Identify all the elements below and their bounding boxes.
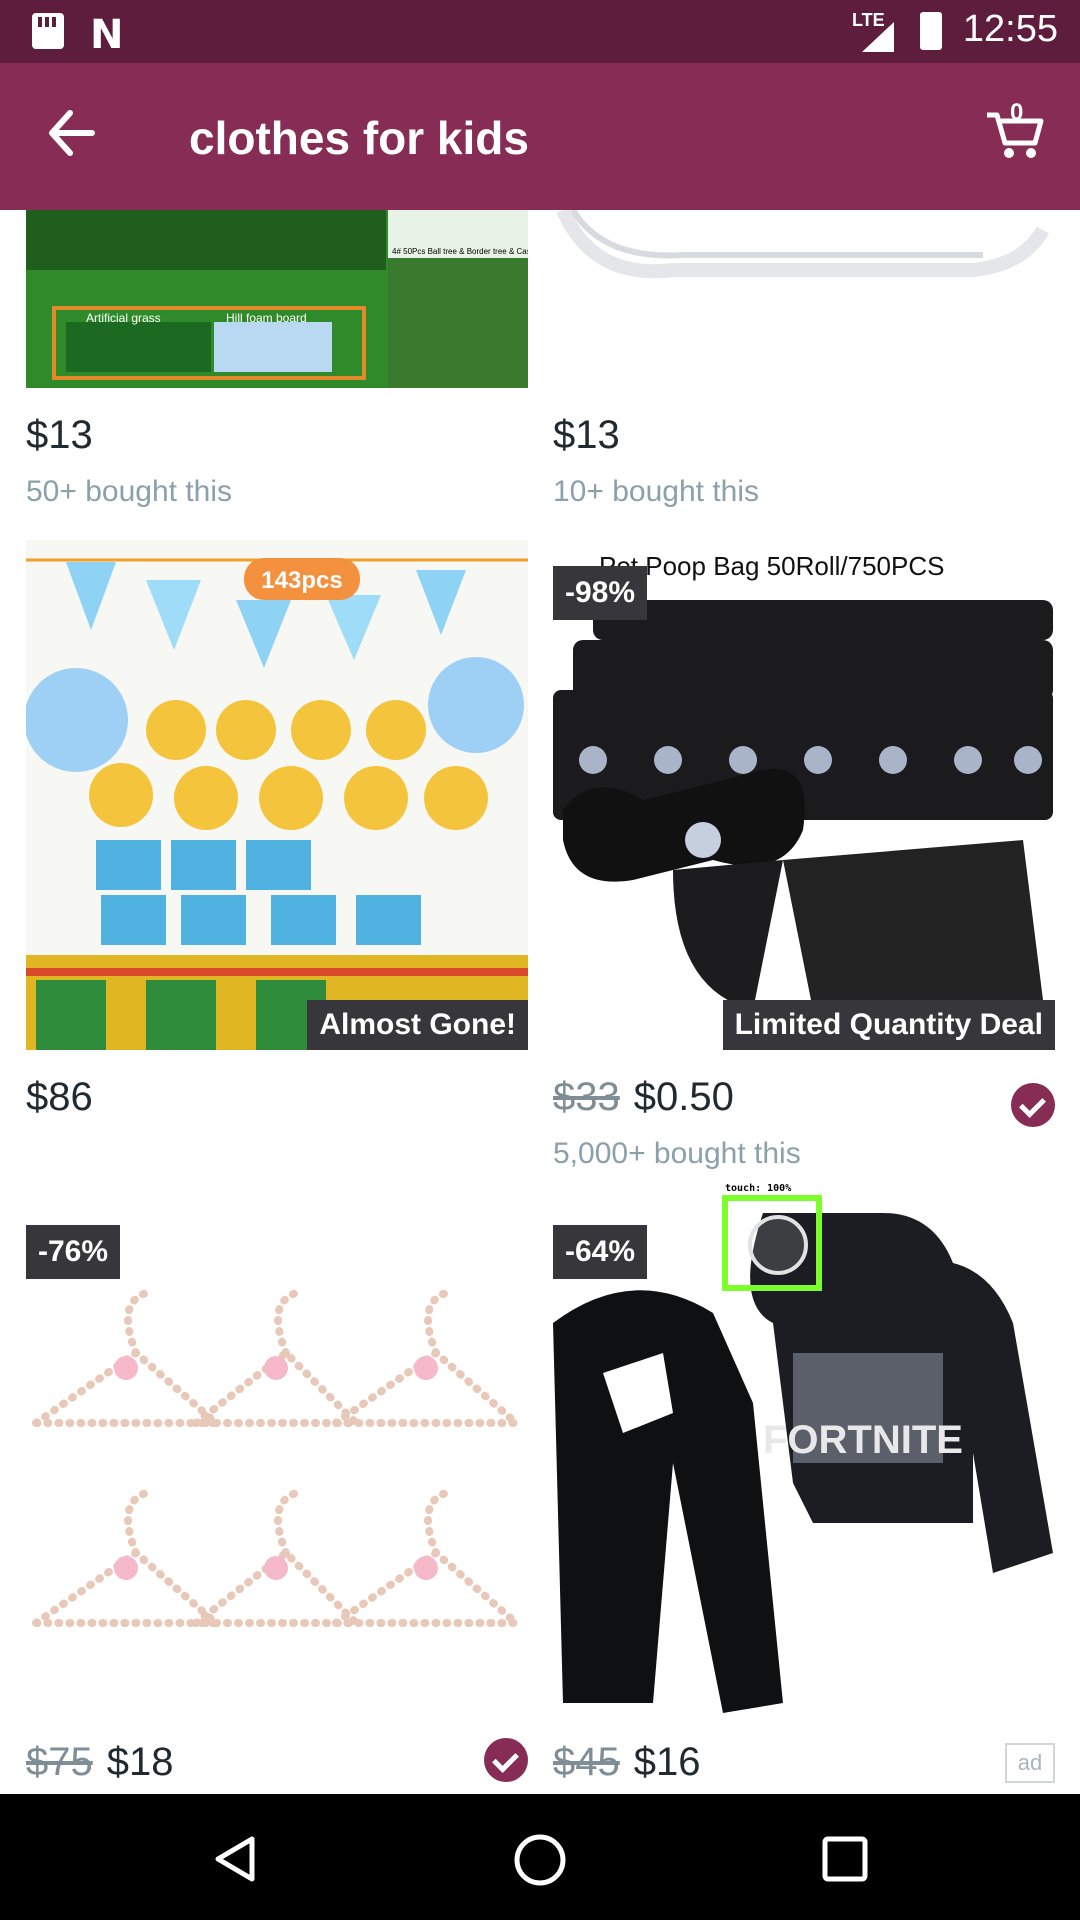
price-row: $45 $16	[553, 1740, 701, 1785]
price: $86	[26, 1075, 93, 1119]
nav-bar	[0, 1794, 1080, 1920]
price-row: $86	[26, 1075, 93, 1120]
image-text: FORTNITE	[763, 1418, 963, 1462]
limited-deal-tag: Limited Quantity Deal	[722, 1000, 1055, 1050]
product-image[interactable]: Pet Poop Bag 50Roll/750PCS -98% Limited …	[553, 540, 1055, 1050]
nav-back-icon[interactable]	[210, 1834, 260, 1884]
product-grid: Artificial grass Hill foam board 4# 50Pc…	[0, 210, 1080, 1794]
sd-card-icon	[32, 13, 64, 49]
original-price: $45	[553, 1740, 620, 1784]
price-row: $13	[26, 413, 93, 458]
price: $0.50	[633, 1075, 734, 1119]
image-text: 143pcs	[261, 567, 342, 594]
party-decor-illustration: 143pcs	[26, 540, 528, 1050]
cart-count-badge: 0	[1010, 99, 1024, 126]
price: $13	[26, 413, 93, 457]
product-image[interactable]	[553, 210, 1055, 388]
nav-recents-icon[interactable]	[820, 1834, 870, 1884]
image-text: Artificial grass	[86, 311, 161, 325]
page-title: clothes for kids	[189, 112, 529, 164]
original-price: $75	[26, 1740, 93, 1784]
bought-count: 5,000+ bought this	[553, 1137, 801, 1170]
app-bar: clothes for kids 0	[0, 63, 1080, 210]
touch-label: touch: 100%	[725, 1183, 792, 1194]
status-bar: N LTE 12:55	[0, 0, 1080, 63]
product-image[interactable]: -76%	[26, 1203, 528, 1713]
pearl-hangers-illustration	[26, 1203, 528, 1713]
price: $13	[553, 413, 620, 457]
clock: 12:55	[962, 8, 1058, 50]
discount-badge: -98%	[553, 566, 648, 620]
notification-n-icon: N	[90, 12, 124, 58]
nav-home-icon[interactable]	[512, 1832, 568, 1888]
bought-count: 10+ bought this	[553, 475, 760, 508]
product-image[interactable]: 143pcs Almost Gone!	[26, 540, 528, 1050]
verified-check-icon	[484, 1738, 528, 1782]
almost-gone-tag: Almost Gone!	[307, 1000, 528, 1050]
price: $18	[106, 1740, 174, 1784]
image-text: 4# 50Pcs Ball tree & Border tree & Cassi…	[392, 247, 528, 256]
ad-badge: ad	[1005, 1743, 1055, 1783]
signal-icon	[862, 22, 894, 52]
price: $16	[633, 1740, 701, 1784]
product-image[interactable]: Artificial grass Hill foam board 4# 50Pc…	[26, 210, 528, 388]
touch-indicator	[722, 1195, 822, 1291]
price-row: $33 $0.50	[553, 1075, 734, 1120]
price-row: $13	[553, 413, 620, 458]
verified-check-icon	[1011, 1083, 1055, 1127]
image-text: Hill foam board	[226, 311, 307, 325]
image-text: Pet Poop Bag 50Roll/750PCS	[599, 551, 944, 581]
bought-count: 50+ bought this	[26, 475, 233, 508]
battery-icon	[920, 12, 942, 50]
price-row: $75 $18	[26, 1740, 174, 1785]
discount-badge: -76%	[26, 1225, 121, 1279]
touch-ring	[748, 1215, 808, 1275]
original-price: $33	[553, 1075, 620, 1119]
discount-badge: -64%	[553, 1225, 648, 1279]
back-arrow-icon[interactable]	[42, 103, 102, 163]
